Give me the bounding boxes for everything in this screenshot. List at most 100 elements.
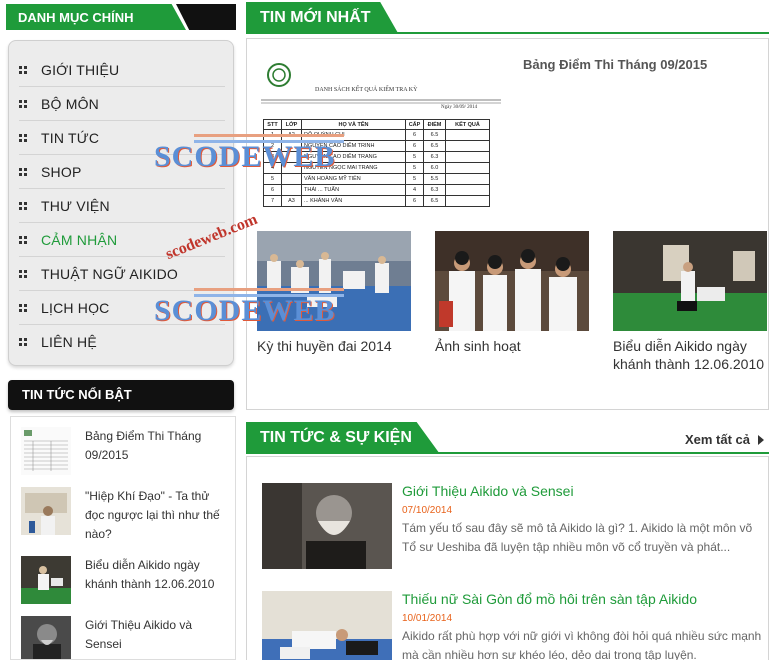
col-lop: LỚP (281, 119, 302, 130)
bullet-icon (19, 65, 27, 74)
featured-news-title-link[interactable]: "Hiệp Khí Đạo" - Ta thử đọc ngược lại th… (85, 487, 225, 544)
event-title[interactable]: Thiếu nữ Sài Gòn đổ mồ hôi trên sàn tập … (402, 591, 762, 607)
menu-item-bo-mon[interactable]: BỘ MÔN (19, 87, 225, 121)
score-table-cell: 6.3 (423, 184, 446, 196)
event-item[interactable]: Giới Thiệu Aikido và Sensei 07/10/2014 T… (262, 483, 762, 569)
training-photo[interactable] (262, 591, 392, 660)
bullet-icon (19, 338, 27, 346)
menu-item-label: LỊCH HỌC (41, 299, 110, 316)
latest-card[interactable]: Biểu diễn Aikido ngày khánh thành 12.06.… (613, 231, 767, 373)
score-table-row: 6 THÁI ... TUẤN 4 6.3 (263, 184, 490, 196)
featured-news-header: TIN TỨC NỔI BẬT (8, 380, 234, 410)
see-all-label: Xem tất cả (684, 432, 750, 447)
event-title[interactable]: Giới Thiệu Aikido và Sensei (402, 483, 762, 499)
col-ho-ten: HỌ VÀ TÊN (301, 119, 406, 130)
score-table-cell (445, 162, 490, 174)
score-table-cell (445, 151, 490, 163)
performance-photo[interactable] (613, 231, 767, 331)
sensei-thumbnail[interactable] (21, 616, 71, 659)
watermark-brand: SCODEWEB (154, 140, 336, 173)
menu-item-label: LIÊN HỆ (41, 334, 97, 350)
score-table-cell: 5 (405, 162, 424, 174)
featured-news-item[interactable]: Giới Thiệu Aikido và Sensei (21, 616, 235, 659)
bullet-icon (19, 99, 27, 108)
featured-news-title-link[interactable]: Bảng Điểm Thi Tháng 09/2015 (85, 427, 225, 475)
bullet-icon (19, 303, 27, 312)
header-underline (246, 452, 769, 454)
activity-photo[interactable] (435, 231, 589, 331)
featured-news-item[interactable]: "Hiệp Khí Đạo" - Ta thử đọc ngược lại th… (21, 487, 235, 544)
bullet-icon (19, 167, 27, 176)
event-date: 10/01/2014 (402, 613, 453, 624)
score-table-cell: 4 (405, 184, 424, 196)
score-table-cell: 5 (405, 173, 424, 185)
score-table-cell (445, 195, 490, 207)
score-table-cell: 5.5 (423, 173, 446, 185)
latest-card-caption[interactable]: Ảnh sinh hoạt (435, 337, 589, 355)
menu-item-label: THUẬT NGỮ AIKIDO (41, 265, 179, 282)
main-category-header: DANH MỤC CHÍNH (6, 0, 236, 34)
col-stt: STT (263, 119, 282, 130)
score-table-cell: 5 (405, 151, 424, 163)
latest-card-caption[interactable]: Biểu diễn Aikido ngày khánh thành 12.06.… (613, 337, 767, 373)
events-box: Giới Thiệu Aikido và Sensei 07/10/2014 T… (246, 456, 769, 660)
latest-main-title[interactable]: Bảng Điểm Thi Tháng 09/2015 (523, 57, 707, 72)
featured-news-item[interactable]: Bảng Điểm Thi Tháng 09/2015 (21, 427, 235, 475)
menu-item-label: SHOP (41, 163, 82, 180)
score-table-cell: 7 (263, 195, 282, 207)
performance-thumbnail[interactable] (21, 556, 71, 604)
score-table-cell (445, 140, 490, 152)
menu-item-label: THƯ VIỆN (41, 197, 110, 214)
col-cap: CẤP (405, 119, 424, 130)
latest-news-header: TIN MỚI NHẤT (246, 2, 769, 34)
watermark-brand: SCODEWEB (154, 294, 336, 327)
latest-card-caption[interactable]: Kỳ thi huyền đai 2014 (257, 337, 411, 355)
menu-item-label: GIỚI THIỆU (41, 61, 120, 78)
score-table-cell: 6.5 (423, 140, 446, 152)
score-table-cell (445, 129, 490, 141)
featured-news-list: Bảng Điểm Thi Tháng 09/2015 "Hiệp Khí Đạ… (10, 416, 236, 660)
featured-news-title-link[interactable]: Giới Thiệu Aikido và Sensei (85, 616, 225, 659)
score-table-cell: 6 (405, 195, 424, 207)
score-table-cell (281, 184, 302, 196)
score-table-cell: THÁI ... TUẤN (301, 184, 406, 196)
score-table-row: 7 A3... KHÁNH VÂN 6 6.5 (263, 195, 490, 207)
document-thumbnail[interactable] (21, 427, 71, 475)
score-table-cell: 6 (263, 184, 282, 196)
article-thumbnail[interactable] (21, 487, 71, 535)
score-sheet-date: Ngày 30/09/ 2014 (441, 105, 478, 110)
left-column: DANH MỤC CHÍNH GIỚI THIỆU BỘ MÔN TIN TỨC… (6, 0, 236, 660)
menu-item-thu-vien[interactable]: THƯ VIỆN (19, 189, 225, 223)
col-diem: ĐIỂM (423, 119, 446, 130)
sensei-photo[interactable] (262, 483, 392, 569)
latest-card[interactable]: Ảnh sinh hoạt (435, 231, 589, 373)
score-table-cell: 6 (405, 140, 424, 152)
score-table-cell: ... KHÁNH VÂN (301, 195, 406, 207)
bullet-icon (19, 269, 27, 278)
main-category-title: DANH MỤC CHÍNH (18, 10, 134, 25)
menu-item-label: TIN TỨC (41, 129, 100, 146)
score-sheet-heading: DANH SÁCH KẾT QUẢ KIỂM TRA KỲ (315, 87, 418, 93)
featured-news-title-link[interactable]: Biểu diễn Aikido ngày khánh thành 12.06.… (85, 556, 225, 604)
see-all-link[interactable]: Xem tất cả (685, 432, 764, 447)
score-table-header: STT LỚP HỌ VÀ TÊN CẤP ĐIỂM KẾT QUẢ (263, 119, 490, 130)
arrow-right-icon (758, 434, 764, 445)
score-table-cell (445, 184, 490, 196)
menu-item-label: BỘ MÔN (41, 95, 99, 112)
event-summary: Aikido rất phù hợp với nữ giới vì không … (402, 629, 762, 660)
event-summary: Tám yếu tố sau đây sẽ mô tả Aikido là gì… (402, 521, 753, 554)
featured-news-title: TIN TỨC NỔI BẬT (22, 387, 132, 402)
header-underline (246, 32, 769, 34)
score-table-cell (445, 173, 490, 185)
menu-item-label: CẢM NHẬN (41, 231, 118, 248)
watermark-logo-bottom: SCODEWEB (154, 284, 354, 336)
event-item[interactable]: Thiếu nữ Sài Gòn đổ mồ hôi trên sàn tập … (262, 591, 762, 660)
score-table-cell: 6.3 (423, 151, 446, 163)
score-table-cell: 6.5 (423, 195, 446, 207)
bullet-icon (19, 235, 27, 244)
score-table-cell: 6 (405, 129, 424, 141)
featured-news-item[interactable]: Biểu diễn Aikido ngày khánh thành 12.06.… (21, 556, 235, 604)
col-ket-qua: KẾT QUẢ (445, 119, 490, 130)
event-date: 07/10/2014 (402, 505, 453, 516)
menu-item-gioi-thieu[interactable]: GIỚI THIỆU (19, 53, 225, 87)
